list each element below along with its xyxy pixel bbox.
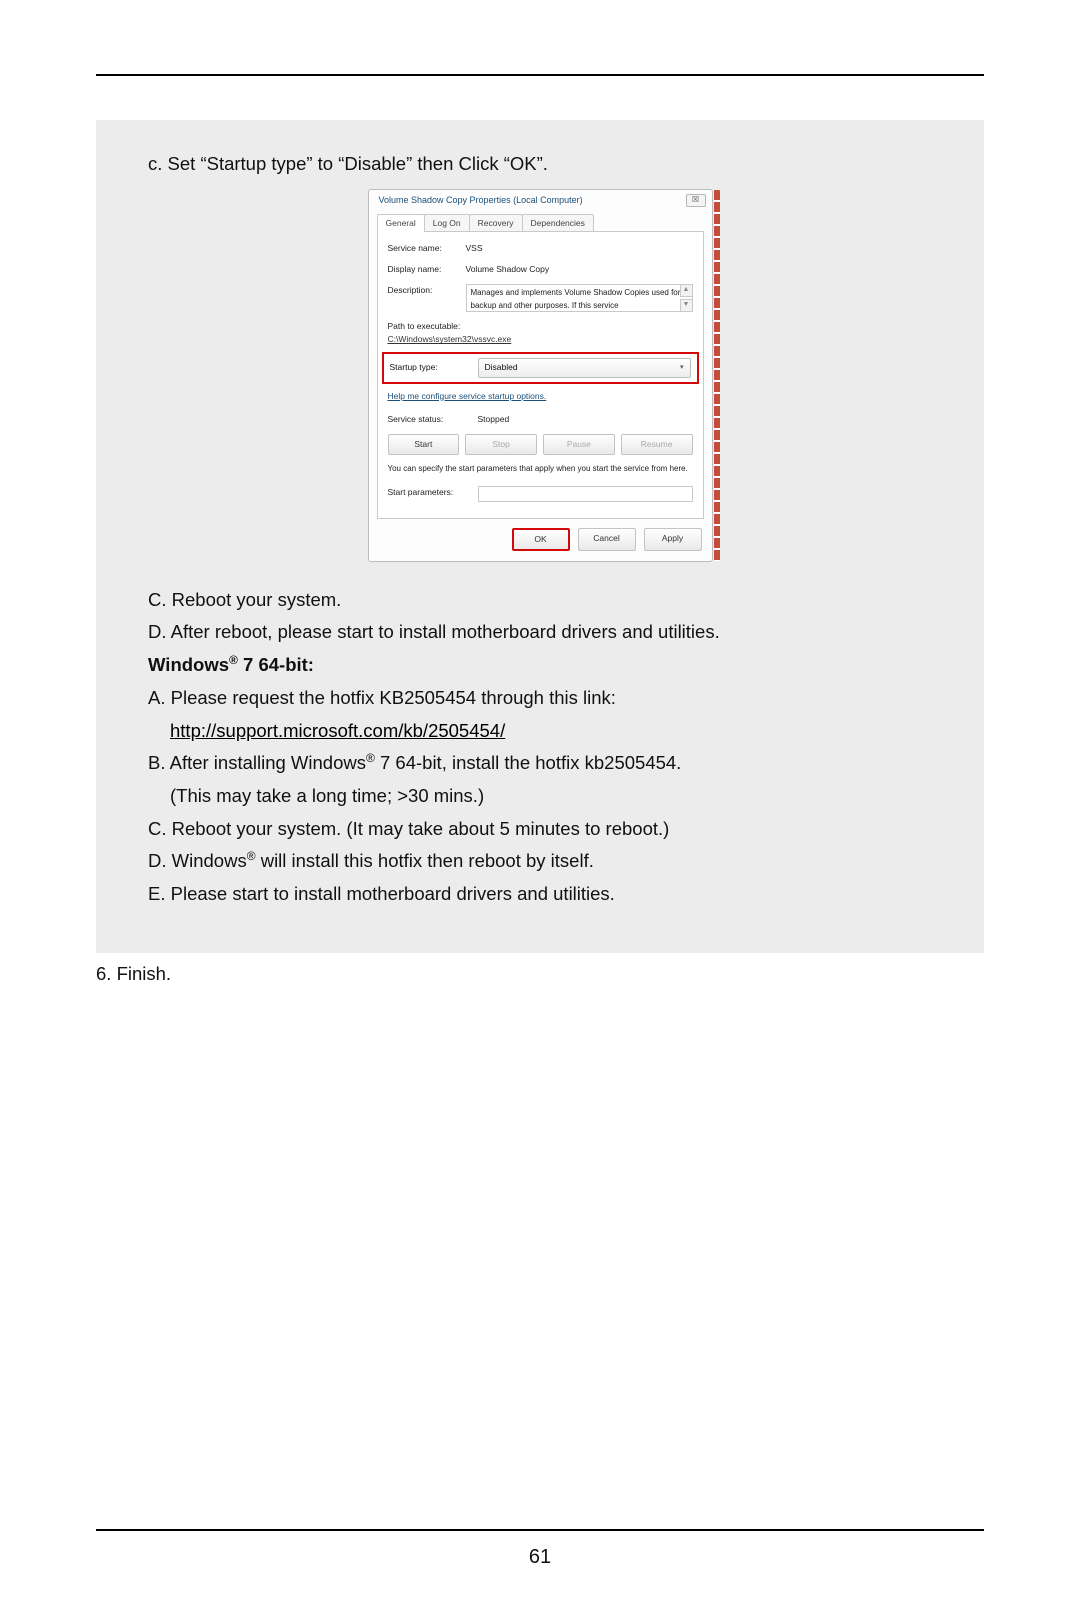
startup-type-highlight: Startup type: Disabled ▾ <box>382 352 699 383</box>
path-label: Path to executable: <box>388 320 693 333</box>
win7-step-b2: (This may take a long time; >30 mins.) <box>148 782 932 811</box>
win7-step-e: E. Please start to install motherboard d… <box>148 880 932 909</box>
top-rule <box>96 74 984 76</box>
tab-strip: General Log On Recovery Dependencies <box>369 210 712 232</box>
properties-dialog: Volume Shadow Copy Properties (Local Com… <box>368 189 713 562</box>
win7-step-a: A. Please request the hotfix KB2505454 t… <box>148 684 932 713</box>
startup-type-value: Disabled <box>485 361 518 374</box>
registered-symbol: ® <box>229 653 238 667</box>
description-text: Manages and implements Volume Shadow Cop… <box>471 288 681 309</box>
tab-logon[interactable]: Log On <box>424 214 470 232</box>
instruction-grey-box: c. Set “Startup type” to “Disable” then … <box>96 120 984 953</box>
startup-type-label: Startup type: <box>390 361 462 374</box>
cancel-button[interactable]: Cancel <box>578 528 636 551</box>
service-status-value: Stopped <box>478 413 693 426</box>
dialog-title: Volume Shadow Copy Properties (Local Com… <box>379 194 583 208</box>
win7-d-pre: D. Windows <box>148 851 247 872</box>
display-name-label: Display name: <box>388 263 466 276</box>
win7-heading: Windows® 7 64-bit: <box>148 651 932 680</box>
registered-symbol: ® <box>247 849 256 863</box>
step-6-finish: 6. Finish. <box>96 963 984 985</box>
description-label: Description: <box>388 284 466 297</box>
apply-button[interactable]: Apply <box>644 528 702 551</box>
win7-d-post: will install this hotfix then reboot by … <box>256 851 594 872</box>
tab-recovery[interactable]: Recovery <box>469 214 523 232</box>
win7-step-b: B. After installing Windows® 7 64-bit, i… <box>148 749 932 778</box>
path-value: C:\Windows\system32\vssvc.exe <box>388 333 693 346</box>
hotfix-link[interactable]: http://support.microsoft.com/kb/2505454/ <box>170 720 505 741</box>
step-c-sub: c. Set “Startup type” to “Disable” then … <box>148 150 932 179</box>
tab-content-general: Service name: VSS Display name: Volume S… <box>377 231 704 519</box>
win7-heading-pre: Windows <box>148 654 229 675</box>
start-button[interactable]: Start <box>388 434 460 455</box>
win7-b-pre: B. After installing Windows <box>148 752 366 773</box>
page-number: 61 <box>0 1546 1080 1569</box>
step-c-reboot: C. Reboot your system. <box>148 586 932 615</box>
registered-symbol: ® <box>366 751 375 765</box>
service-status-label: Service status: <box>388 413 478 426</box>
win7-step-c: C. Reboot your system. (It may take abou… <box>148 815 932 844</box>
service-name-label: Service name: <box>388 242 466 255</box>
step-d-after-reboot: D. After reboot, please start to install… <box>148 618 932 647</box>
dialog-right-strip <box>714 190 720 561</box>
scroll-down-icon[interactable]: ▼ <box>680 299 692 311</box>
win7-b-post: 7 64-bit, install the hotfix kb2505454. <box>375 752 681 773</box>
ok-button[interactable]: OK <box>512 528 570 551</box>
bottom-rule <box>96 1529 984 1531</box>
pause-button: Pause <box>543 434 615 455</box>
startup-type-select[interactable]: Disabled ▾ <box>478 358 691 377</box>
resume-button: Resume <box>621 434 693 455</box>
win7-heading-post: 7 64-bit: <box>238 654 314 675</box>
display-name-value: Volume Shadow Copy <box>466 263 693 276</box>
tab-general[interactable]: General <box>377 214 425 232</box>
start-params-note: You can specify the start parameters tha… <box>388 463 693 475</box>
start-params-input[interactable] <box>478 486 693 502</box>
tab-dependencies[interactable]: Dependencies <box>522 214 594 232</box>
description-box: Manages and implements Volume Shadow Cop… <box>466 284 693 312</box>
start-params-label: Start parameters: <box>388 486 478 499</box>
configure-link[interactable]: Help me configure service startup option… <box>388 390 693 403</box>
chevron-down-icon: ▾ <box>680 363 684 374</box>
service-name-value: VSS <box>466 242 693 255</box>
stop-button: Stop <box>465 434 537 455</box>
scroll-up-icon[interactable]: ▲ <box>680 285 692 297</box>
close-icon[interactable]: ☒ <box>686 194 706 207</box>
win7-step-d: D. Windows® will install this hotfix the… <box>148 847 932 876</box>
